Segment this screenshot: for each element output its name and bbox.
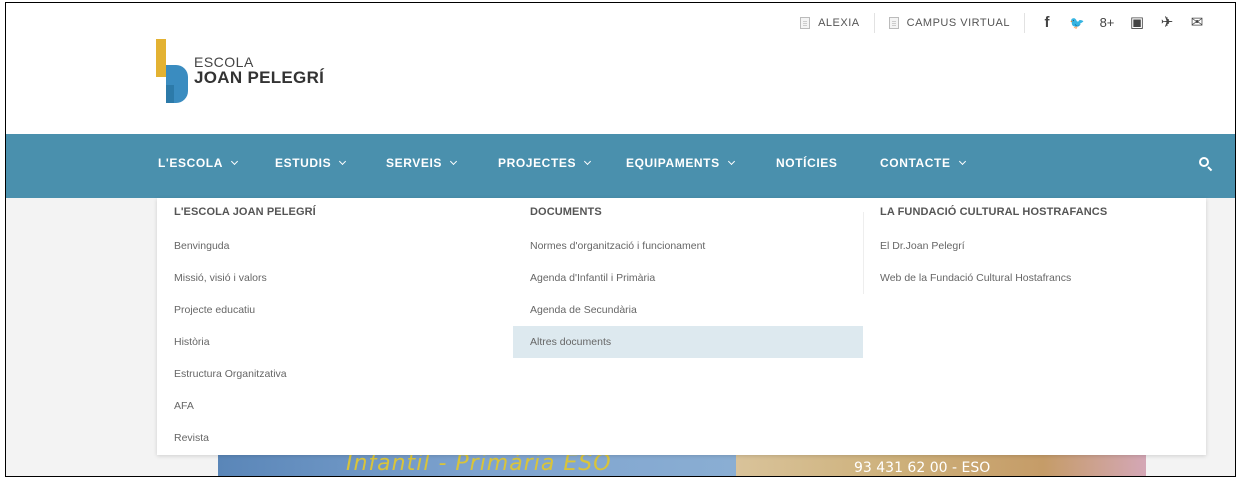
menu-column-fundacio: LA FUNDACIÓ CULTURAL HOSTRAFANCS El Dr.J… bbox=[863, 198, 1206, 294]
nav-item-equipaments[interactable]: EQUIPAMENTS bbox=[626, 156, 735, 170]
nav-item-estudis[interactable]: ESTUDIS bbox=[275, 156, 347, 170]
menu-item-estructura[interactable]: Estructura Organitzativa bbox=[157, 358, 507, 390]
alexia-link[interactable]: ALEXIA bbox=[786, 13, 875, 33]
menu-column-heading: DOCUMENTS bbox=[530, 206, 602, 218]
logo-text: ESCOLA JOAN PELEGRÍ bbox=[194, 55, 324, 88]
menu-item-normes[interactable]: Normes d'organització i funcionament bbox=[513, 230, 863, 262]
logo-mark-icon bbox=[156, 39, 188, 103]
nav-label: SERVEIS bbox=[386, 156, 443, 170]
plane-icon[interactable]: ✈ bbox=[1159, 15, 1175, 31]
menu-column-school: L'ESCOLA JOAN PELEGRÍ Benvinguda Missió,… bbox=[157, 198, 507, 454]
chevron-down-icon bbox=[449, 157, 458, 166]
youtube-icon[interactable]: ▣ bbox=[1129, 15, 1145, 31]
menu-item-agenda-secundaria[interactable]: Agenda de Secundària bbox=[513, 294, 863, 326]
nav-item-projectes[interactable]: PROJECTES bbox=[498, 156, 592, 170]
mega-menu-dropdown: L'ESCOLA JOAN PELEGRÍ Benvinguda Missió,… bbox=[157, 198, 1206, 455]
chevron-down-icon bbox=[727, 157, 735, 166]
logo-line-2: JOAN PELEGRÍ bbox=[194, 68, 325, 88]
chevron-down-icon bbox=[584, 157, 592, 166]
site-logo[interactable]: ESCOLA JOAN PELEGRÍ bbox=[156, 39, 324, 103]
menu-item-historia[interactable]: Història bbox=[157, 326, 507, 358]
menu-item-missio[interactable]: Missió, visió i valors bbox=[157, 262, 507, 294]
document-icon bbox=[888, 17, 899, 29]
campus-virtual-label: CAMPUS VIRTUAL bbox=[906, 17, 1010, 29]
nav-label: L'ESCOLA bbox=[158, 156, 223, 170]
menu-column-documents: DOCUMENTS Normes d'organització i funcio… bbox=[513, 198, 863, 358]
nav-label: ESTUDIS bbox=[275, 156, 332, 170]
alexia-label: ALEXIA bbox=[818, 17, 860, 29]
menu-item-benvinguda[interactable]: Benvinguda bbox=[157, 230, 507, 262]
social-links: f 🐦 8+ ▣ ✈ ✉ bbox=[1025, 15, 1205, 31]
nav-label: NOTÍCIES bbox=[776, 156, 838, 170]
menu-item-web-fundacio[interactable]: Web de la Fundació Cultural Hostafrancs bbox=[863, 262, 1206, 294]
nav-label: PROJECTES bbox=[498, 156, 577, 170]
nav-item-escola[interactable]: L'ESCOLA bbox=[158, 156, 239, 170]
menu-item-agenda-infantil[interactable]: Agenda d'Infantil i Primària bbox=[513, 262, 863, 294]
nav-item-contacte[interactable]: CONTACTE bbox=[880, 156, 966, 170]
main-navigation: L'ESCOLA ESTUDIS SERVEIS PROJECTES EQUIP… bbox=[6, 134, 1235, 198]
menu-column-heading: L'ESCOLA JOAN PELEGRÍ bbox=[174, 206, 316, 218]
logo-line-1: ESCOLA bbox=[194, 53, 254, 70]
banner-phone: 93 431 62 00 - ESO bbox=[854, 460, 991, 476]
browser-viewport: ALEXIA CAMPUS VIRTUAL f 🐦 8+ ▣ ✈ ✉ ESCOL… bbox=[5, 2, 1236, 477]
chevron-down-icon bbox=[958, 157, 966, 166]
twitter-icon[interactable]: 🐦 bbox=[1069, 15, 1085, 31]
menu-column-heading: LA FUNDACIÓ CULTURAL HOSTRAFANCS bbox=[880, 206, 1108, 218]
nav-item-serveis[interactable]: SERVEIS bbox=[386, 156, 458, 170]
menu-item-afa[interactable]: AFA bbox=[157, 390, 507, 422]
chevron-down-icon bbox=[339, 157, 347, 166]
nav-item-noticies[interactable]: NOTÍCIES bbox=[776, 156, 837, 170]
menu-item-projecte-educatiu[interactable]: Projecte educatiu bbox=[157, 294, 507, 326]
facebook-icon[interactable]: f bbox=[1039, 15, 1055, 31]
search-icon[interactable] bbox=[1199, 157, 1213, 172]
mail-icon[interactable]: ✉ bbox=[1189, 15, 1205, 31]
google-plus-icon[interactable]: 8+ bbox=[1099, 15, 1115, 31]
campus-virtual-link[interactable]: CAMPUS VIRTUAL bbox=[875, 13, 1025, 33]
menu-item-revista[interactable]: Revista bbox=[157, 422, 507, 454]
nav-label: CONTACTE bbox=[880, 156, 951, 170]
menu-item-altres-documents[interactable]: Altres documents bbox=[513, 326, 863, 358]
document-icon bbox=[800, 17, 811, 29]
menu-item-dr-pelegri[interactable]: El Dr.Joan Pelegrí bbox=[863, 230, 1206, 262]
chevron-down-icon bbox=[230, 157, 239, 166]
top-utility-bar: ALEXIA CAMPUS VIRTUAL f 🐦 8+ ▣ ✈ ✉ bbox=[786, 13, 1205, 33]
nav-label: EQUIPAMENTS bbox=[626, 156, 720, 170]
